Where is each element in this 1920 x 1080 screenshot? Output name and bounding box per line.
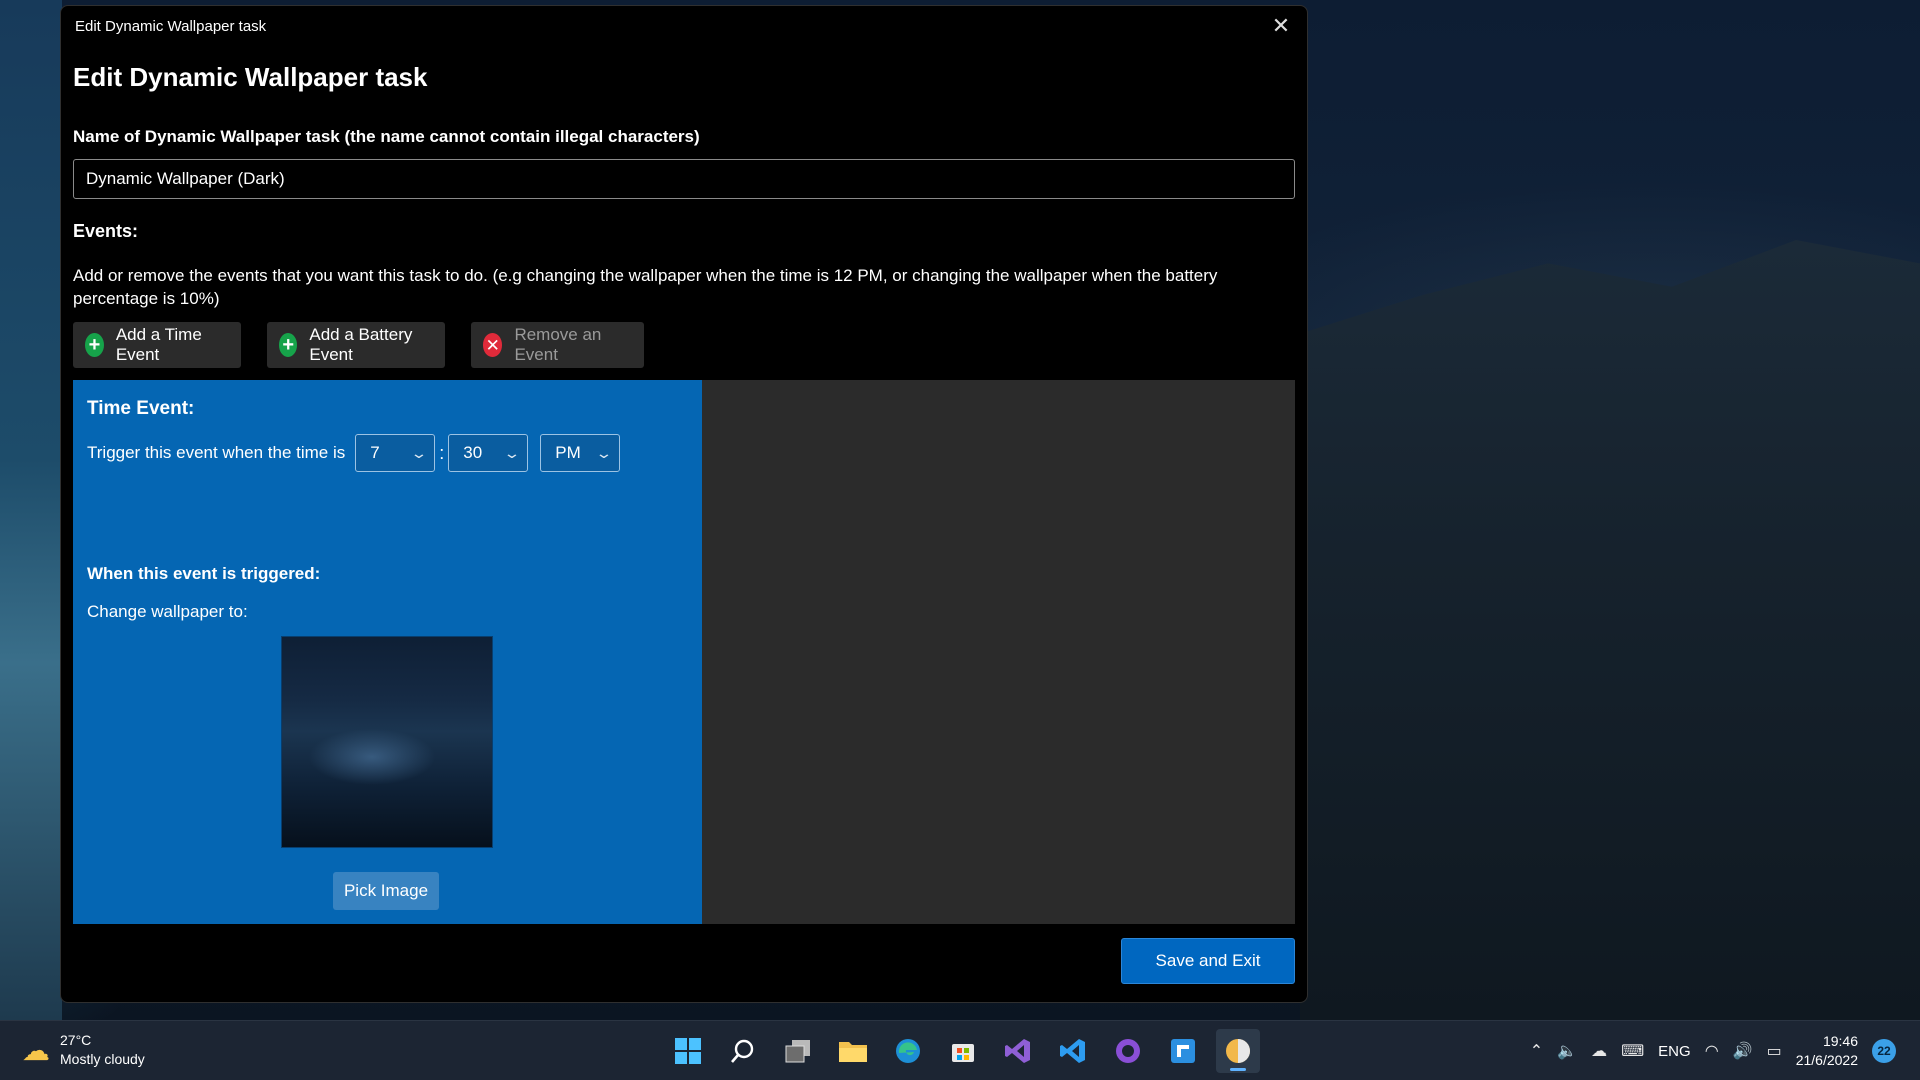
weather-widget[interactable]: ☁ 27°C Mostly cloudy [22,1031,145,1069]
chevron-down-icon: ⌄ [594,444,613,461]
page-title: Edit Dynamic Wallpaper task [73,62,428,92]
cloud-icon[interactable]: ☁ [1591,1041,1607,1061]
close-icon: ✕ [1271,13,1291,38]
add-battery-event-label: Add a Battery Event [309,325,413,364]
file-explorer-icon[interactable] [831,1029,875,1073]
system-tray: ⌃ 🔈 ☁ ⌨ ENG ◠ 🔊 ▭ 19:46 21/6/2022 22 [1530,1021,1896,1080]
dynamic-wallpaper-icon[interactable] [1216,1029,1260,1073]
event-buttons: + Add a Time Event + Add a Battery Event… [73,322,1295,368]
clock-date: 21/6/2022 [1795,1052,1858,1068]
add-time-event-button[interactable]: + Add a Time Event [73,322,241,368]
period-dropdown[interactable]: PM ⌄ [540,434,621,472]
minute-dropdown[interactable]: 30 ⌄ [448,434,529,472]
time-event-card[interactable]: Time Event: Trigger this event when the … [73,380,702,924]
time-separator: : [439,442,445,463]
events-empty-area [702,380,1295,924]
chevron-up-icon[interactable]: ⌃ [1530,1041,1543,1061]
task-view-icon[interactable] [776,1029,820,1073]
search-icon[interactable] [721,1029,765,1073]
taskbar-apps [666,1029,1260,1073]
trigger-row: Trigger this event when the time is 7 ⌄ … [87,434,688,472]
plus-icon: + [279,333,298,357]
github-desktop-icon[interactable] [1106,1029,1150,1073]
language-indicator[interactable]: ENG [1658,1043,1691,1060]
wallpaper-preview [281,636,493,848]
pick-image-button[interactable]: Pick Image [333,872,439,910]
events-list: Time Event: Trigger this event when the … [73,380,1295,924]
weather-text: 27°C Mostly cloudy [60,1031,145,1069]
visual-studio-icon[interactable] [996,1029,1040,1073]
events-heading: Events: [73,221,139,241]
title-bar: Edit Dynamic Wallpaper task ✕ [61,6,1307,46]
cloudy-weather-icon: ☁ [22,1034,50,1066]
period-value: PM [555,443,581,462]
remove-event-button[interactable]: ✕ Remove an Event [471,322,644,368]
edge-icon[interactable] [886,1029,930,1073]
clock[interactable]: 19:46 21/6/2022 [1796,1032,1858,1070]
save-and-exit-button[interactable]: Save and Exit [1121,938,1295,984]
task-name-input[interactable] [73,159,1295,199]
triggered-heading: When this event is triggered: [87,564,321,583]
speaker-icon[interactable]: 🔊 [1733,1041,1753,1061]
events-description: Add or remove the events that you want t… [73,266,1218,308]
add-battery-event-button[interactable]: + Add a Battery Event [267,322,445,368]
close-button[interactable]: ✕ [1255,6,1307,46]
notepad-icon[interactable] [1161,1029,1205,1073]
chevron-down-icon: ⌄ [502,444,521,461]
trigger-label: Trigger this event when the time is [87,443,346,462]
weather-temperature: 27°C [60,1032,92,1048]
wifi-icon[interactable]: ◠ [1705,1041,1719,1061]
remove-icon: ✕ [483,333,503,357]
start-icon[interactable] [666,1029,710,1073]
store-icon[interactable] [941,1029,985,1073]
dialog-content: Edit Dynamic Wallpaper task Name of Dyna… [61,62,1307,924]
hour-value: 7 [370,443,380,462]
volume-icon[interactable]: 🔈 [1557,1041,1577,1061]
window-title: Edit Dynamic Wallpaper task [75,17,267,35]
time-event-title: Time Event: [87,398,195,419]
task-name-label: Name of Dynamic Wallpaper task (the name… [73,127,700,146]
taskbar: ☁ 27°C Mostly cloudy ⌃ 🔈 ☁ ⌨ ENG ◠ 🔊 ▭ 1… [0,1020,1920,1080]
plus-icon: + [85,333,104,357]
notification-badge[interactable]: 22 [1872,1039,1896,1063]
add-time-event-label: Add a Time Event [115,325,202,364]
battery-icon[interactable]: ▭ [1767,1041,1782,1061]
edit-task-window: Edit Dynamic Wallpaper task ✕ Edit Dynam… [60,5,1308,1003]
weather-description: Mostly cloudy [60,1051,145,1067]
change-wallpaper-label: Change wallpaper to: [87,602,248,621]
vscode-icon[interactable] [1051,1029,1095,1073]
minute-value: 30 [463,443,483,462]
chevron-down-icon: ⌄ [409,444,428,461]
wallpaper-mountains [1300,240,1920,1020]
hour-dropdown[interactable]: 7 ⌄ [355,434,436,472]
keyboard-icon[interactable]: ⌨ [1621,1041,1644,1061]
clock-time: 19:46 [1822,1033,1858,1049]
remove-event-label: Remove an Event [514,325,602,364]
background-window-edge [0,0,62,1020]
